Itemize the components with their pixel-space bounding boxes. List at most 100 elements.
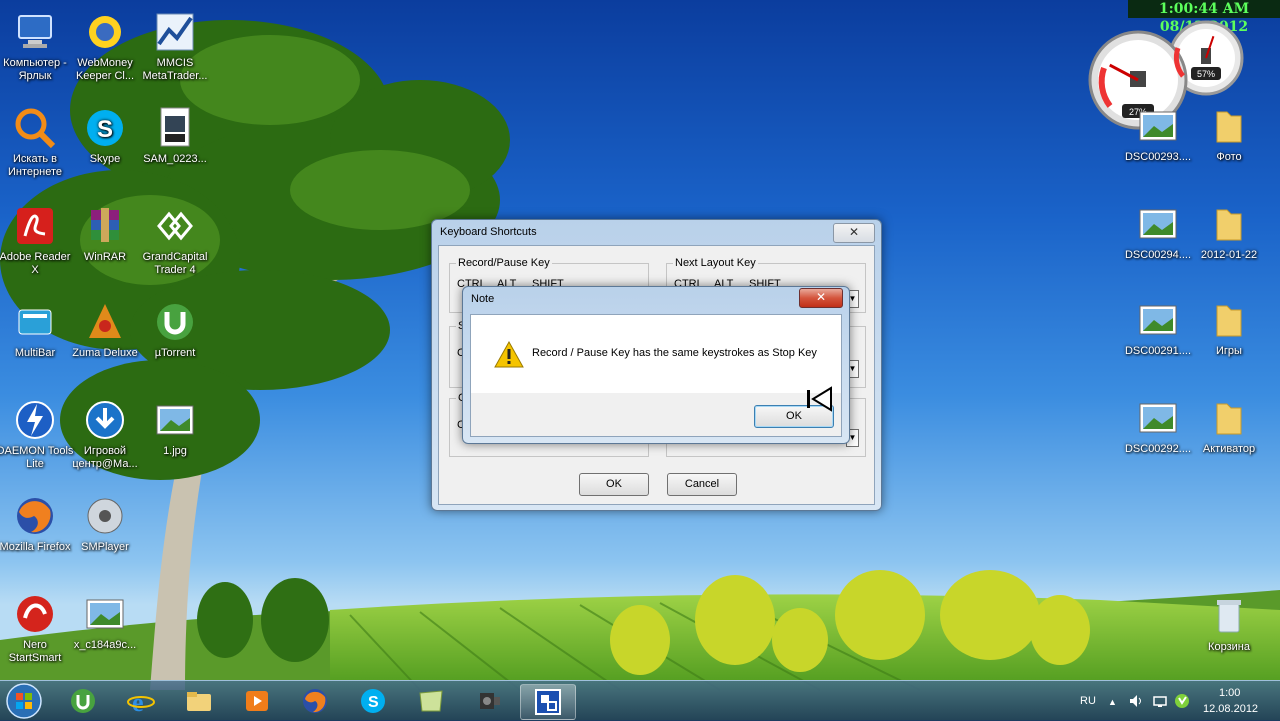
desktop-icon[interactable]: S Skype: [66, 106, 144, 166]
svg-text:S: S: [97, 116, 113, 143]
close-button[interactable]: ✕: [833, 223, 875, 243]
nero-icon: [13, 592, 57, 636]
desktop-icon-label: MultiBar: [14, 347, 56, 359]
desktop-icon[interactable]: Adobe Reader X: [0, 204, 74, 277]
desktop-icon-label: Искать в Интернете: [8, 153, 62, 178]
game-center-icon: [83, 398, 127, 442]
desktop-icon-label: Фото: [1216, 151, 1242, 163]
note-dialog[interactable]: Note ✕ Record / Pause Key has the same k…: [462, 286, 850, 444]
volume-icon[interactable]: [1128, 693, 1144, 709]
image-file-icon: [1136, 104, 1180, 148]
close-button[interactable]: ✕: [799, 288, 843, 308]
svg-text:e: e: [132, 688, 144, 715]
desktop-icon[interactable]: DSC00294....: [1119, 202, 1197, 262]
smplayer-icon: [83, 494, 127, 538]
desktop-icon-label: 2012-01-22: [1200, 249, 1258, 261]
note-message: Record / Pause Key has the same keystrok…: [532, 347, 817, 359]
desktop-icon[interactable]: DSC00291....: [1119, 298, 1197, 358]
grandcapital-icon: [153, 204, 197, 248]
desktop-icon-label: Игры: [1216, 345, 1242, 357]
desktop-icon-label: Nero StartSmart: [8, 639, 62, 664]
desktop-icon[interactable]: µTorrent: [136, 300, 214, 360]
computer-icon: [13, 10, 57, 54]
firefox-icon: [13, 494, 57, 538]
cancel-button[interactable]: Cancel: [667, 473, 737, 496]
internet-explorer-icon: e: [127, 688, 155, 715]
desktop-icon[interactable]: Активатор: [1190, 396, 1268, 456]
clock-gadget: 1:00:44 AM 08/12/2012: [1128, 0, 1280, 35]
tray-time[interactable]: 1:00: [1219, 687, 1240, 699]
warning-icon: [494, 341, 524, 368]
skype-icon: S: [361, 689, 385, 713]
multibar-icon: [13, 300, 57, 344]
desktop-icon[interactable]: SAM_0223...: [136, 106, 214, 166]
desktop-icon[interactable]: MultiBar: [0, 300, 74, 360]
desktop-icon[interactable]: MMCIS MetaTrader...: [136, 10, 214, 83]
desktop-icon[interactable]: WebMoney Keeper Cl...: [66, 10, 144, 83]
desktop-icon-label: WinRAR: [83, 251, 127, 263]
taskbar-explorer[interactable]: [172, 684, 226, 718]
desktop-icon[interactable]: Корзина: [1190, 594, 1268, 654]
utorrent-icon: [153, 300, 197, 344]
taskbar-skype[interactable]: S: [346, 684, 400, 718]
window-title: Keyboard Shortcuts: [440, 226, 537, 238]
desktop-icon[interactable]: Игровой центр@Ма...: [66, 398, 144, 471]
taskbar-notes[interactable]: [404, 684, 458, 718]
daemon-tools-icon: [13, 398, 57, 442]
start-button-icon[interactable]: [4, 682, 44, 720]
desktop-icon-label: 1.jpg: [163, 445, 187, 457]
note-body: Record / Pause Key has the same keystrok…: [470, 314, 842, 437]
desktop-icon[interactable]: Компьютер - Ярлык: [0, 10, 74, 83]
desktop-icon-label: µTorrent: [154, 347, 196, 359]
utorrent-icon: [71, 689, 95, 713]
recycle-bin-icon: [1207, 594, 1251, 638]
taskbar: e S RU ▲ 1:00 12.08.2012: [0, 680, 1280, 721]
desktop-icon[interactable]: 1.jpg: [136, 398, 214, 458]
taskbar-camera-app[interactable]: [462, 684, 516, 718]
language-indicator[interactable]: RU: [1080, 695, 1096, 707]
desktop-icon[interactable]: x_c184a9c...: [66, 592, 144, 652]
media-player-icon: [246, 691, 268, 711]
folder-icon: [1207, 104, 1251, 148]
desktop-icon-label: x_c184a9c...: [73, 639, 137, 651]
desktop-icon[interactable]: Фото: [1190, 104, 1268, 164]
tray-date[interactable]: 12.08.2012: [1203, 703, 1258, 715]
tray-expand-icon[interactable]: ▲: [1108, 697, 1117, 707]
desktop-icon[interactable]: SMPlayer: [66, 494, 144, 554]
desktop-icon[interactable]: Искать в Интернете: [0, 106, 74, 179]
search-globe-icon: [13, 106, 57, 150]
taskbar-internet-explorer[interactable]: e: [114, 684, 168, 718]
image-file-icon: [1136, 396, 1180, 440]
svg-text:S: S: [368, 694, 379, 711]
desktop-icon-label: Игровой центр@Ма...: [72, 445, 138, 470]
adobe-reader-icon: [13, 204, 57, 248]
image-file-icon: [1136, 202, 1180, 246]
notes-icon: [419, 690, 443, 712]
desktop-icon[interactable]: Zuma Deluxe: [66, 300, 144, 360]
folder-icon: [187, 692, 211, 711]
image-file-icon: [83, 592, 127, 636]
desktop-icon[interactable]: DSC00293....: [1119, 104, 1197, 164]
desktop-icon[interactable]: GrandCapital Trader 4: [136, 204, 214, 277]
desktop-icon[interactable]: 2012-01-22: [1190, 202, 1268, 262]
desktop-icon-label: Корзина: [1208, 641, 1250, 653]
desktop-icon[interactable]: DAEMON Tools Lite: [0, 398, 74, 471]
ok-button[interactable]: OK: [579, 473, 649, 496]
desktop-icon[interactable]: DSC00292....: [1119, 396, 1197, 456]
desktop-icon-label: DSC00293....: [1124, 151, 1192, 163]
video-file-icon: [153, 106, 197, 150]
desktop-icon-label: WebMoney Keeper Cl...: [75, 57, 135, 82]
desktop-icon[interactable]: Mozilla Firefox: [0, 494, 74, 554]
taskbar-utorrent[interactable]: [56, 684, 110, 718]
taskbar-screen-recorder[interactable]: [520, 684, 576, 720]
network-icon[interactable]: [1152, 693, 1168, 709]
taskbar-media-player[interactable]: [230, 684, 284, 718]
utorrent-tray-icon[interactable]: [1174, 693, 1190, 709]
zuma-icon: [83, 300, 127, 344]
desktop-icon[interactable]: Игры: [1190, 298, 1268, 358]
taskbar-firefox[interactable]: [288, 684, 342, 718]
desktop-icon-label: SAM_0223...: [143, 153, 207, 165]
desktop-icon[interactable]: Nero StartSmart: [0, 592, 74, 665]
desktop-icon[interactable]: WinRAR: [66, 204, 144, 264]
mouse-cursor-icon: [807, 386, 832, 412]
